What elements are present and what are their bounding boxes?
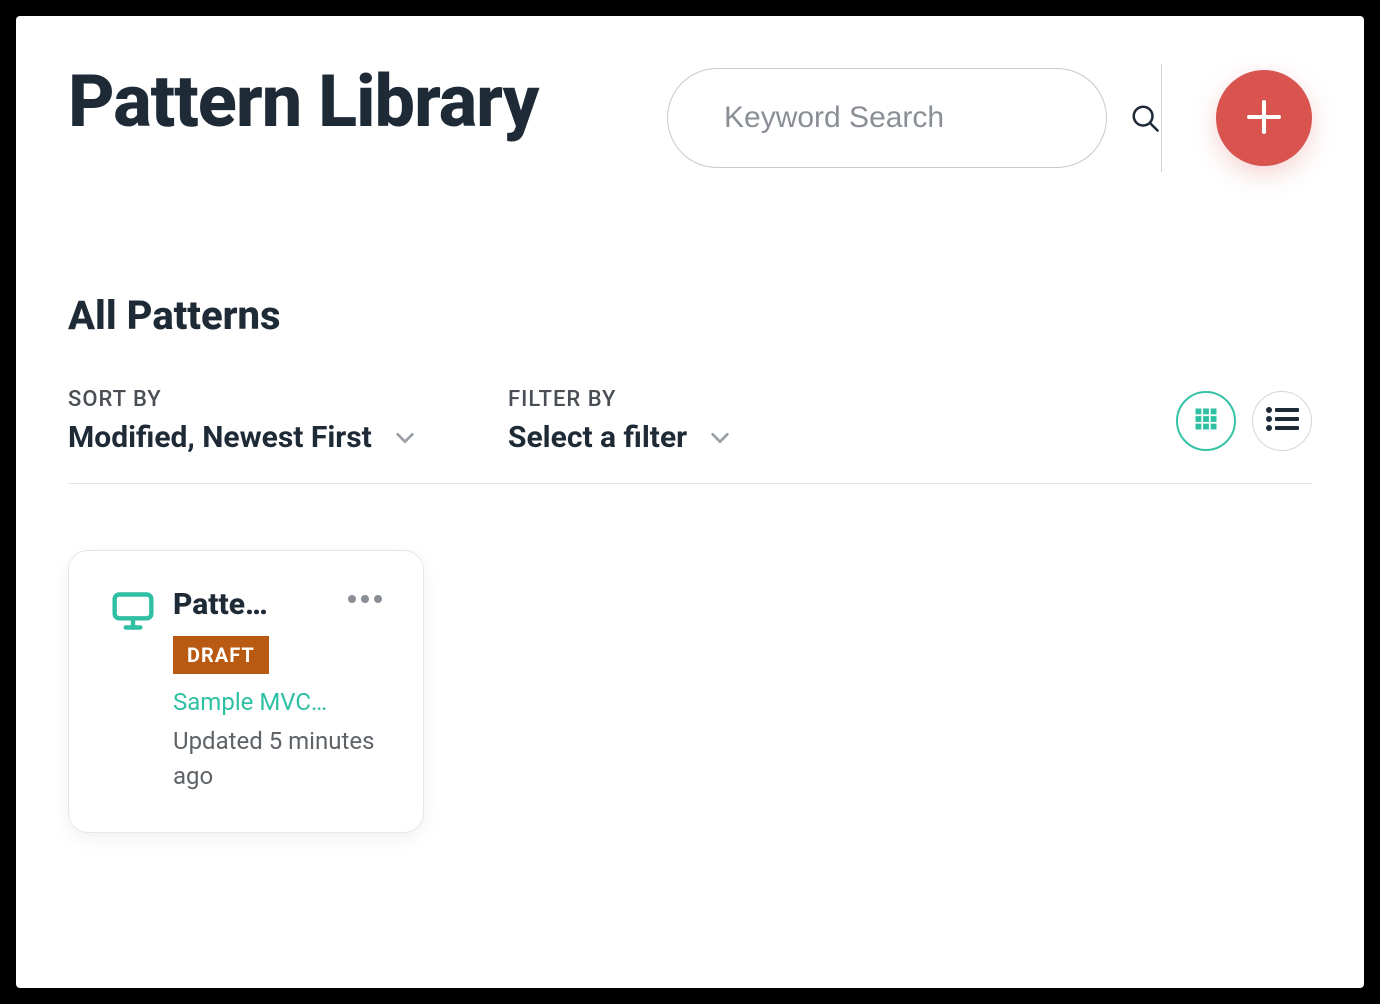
section-title: All Patterns [68,292,1312,339]
pattern-card-title: Patte… [173,587,268,622]
header-divider [1161,64,1162,172]
pattern-updated-meta: Updated 5 minutes ago [173,724,387,794]
sort-by-dropdown[interactable]: Modified, Newest First [68,420,508,455]
page-title: Pattern Library [68,64,538,140]
grid-view-button[interactable] [1176,391,1236,451]
search-input[interactable] [724,101,1110,135]
grid-icon [1192,405,1220,437]
plus-icon [1244,97,1284,140]
monitor-icon [111,589,155,633]
chevron-down-icon [394,427,416,449]
filter-by-value: Select a filter [508,420,687,455]
search-container [667,68,1107,168]
list-icon [1265,406,1299,436]
add-button[interactable] [1216,70,1312,166]
pattern-card[interactable]: Patte… DRAFT Sample MV [68,550,424,833]
pattern-source-link[interactable]: Sample MVC… [173,688,373,716]
card-menu-button[interactable] [343,587,387,611]
search-icon [1130,103,1160,133]
filter-by-label: FILTER BY [508,387,1176,412]
chevron-down-icon [709,427,731,449]
filter-by-dropdown[interactable]: Select a filter [508,420,1176,455]
status-badge: DRAFT [173,636,269,674]
more-icon [347,589,383,608]
sort-by-value: Modified, Newest First [68,420,372,455]
list-view-button[interactable] [1252,391,1312,451]
sort-by-label: SORT BY [68,387,508,412]
